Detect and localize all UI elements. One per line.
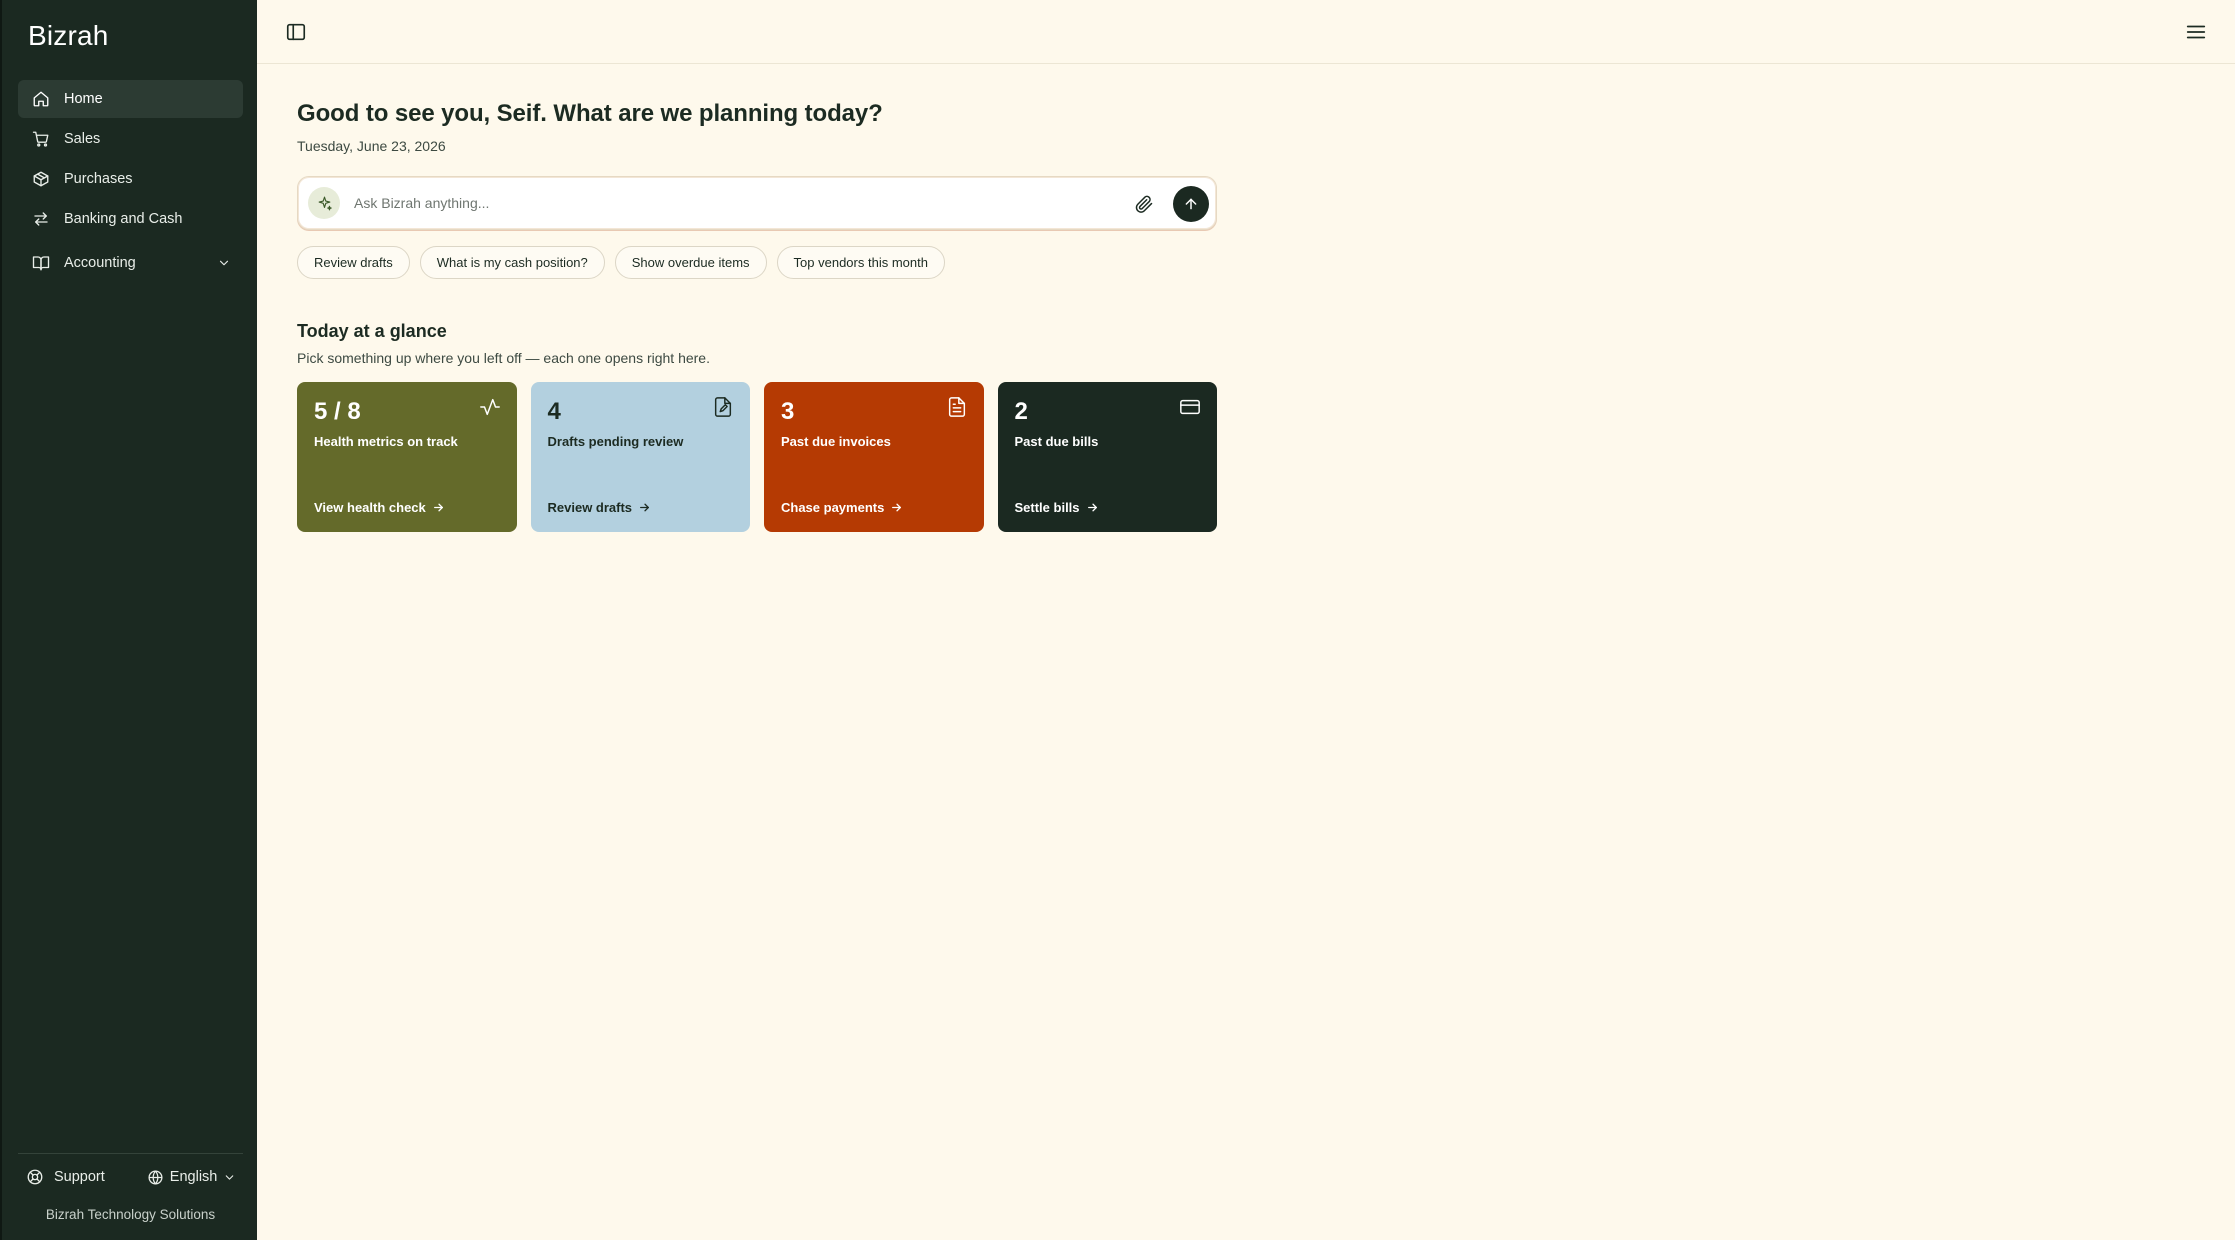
sidebar-item-banking[interactable]: Banking and Cash [18, 200, 243, 238]
menu-icon[interactable] [2185, 21, 2207, 43]
card-value: 5 / 8 [314, 398, 361, 425]
card-drafts-pending[interactable]: 4 Drafts pending review Review drafts [530, 382, 750, 532]
ask-bar [297, 176, 1217, 230]
lifebuoy-icon [27, 1169, 43, 1185]
language-label: English [169, 1169, 218, 1185]
chevron-down-icon[interactable] [217, 256, 231, 270]
send-button[interactable] [1173, 186, 1209, 222]
sparkle-badge [308, 187, 340, 219]
card-action-label: View health check [314, 500, 426, 515]
arrow-up-icon [1185, 198, 1197, 210]
arrow-right-icon [640, 503, 649, 512]
card-past-due-bills[interactable]: 2 Past due bills Settle bills [997, 382, 1217, 532]
sidebar-item-home[interactable]: Home [18, 80, 243, 118]
sidebar-item-accounting[interactable]: Accounting [18, 244, 243, 282]
brand-logo[interactable]: Bizrah [28, 20, 109, 52]
page-title: Good to see you, Seif. What are we plann… [297, 100, 883, 127]
arrow-right-icon [892, 503, 902, 512]
support-label: Support [54, 1169, 105, 1185]
card-action-label: Settle bills [1014, 500, 1080, 515]
chip-review-drafts[interactable]: Review drafts [297, 246, 410, 279]
package-icon [33, 171, 49, 187]
globe-icon [148, 1169, 163, 1185]
cart-icon [32, 131, 49, 147]
card-label: Health metrics on track [314, 434, 458, 449]
file-edit-icon [714, 397, 732, 417]
section-subtitle: Pick something up where you left off — e… [297, 350, 710, 366]
arrow-right-icon [1087, 503, 1097, 512]
chevron-down-icon [226, 1174, 234, 1180]
transfer-icon [34, 212, 48, 226]
language-selector[interactable]: English [147, 1169, 237, 1186]
sidebar-item-label: Banking and Cash [64, 211, 183, 227]
sidebar-item-sales[interactable]: Sales [18, 120, 243, 158]
card-action-label: Chase payments [781, 500, 885, 515]
card-value: 4 [547, 398, 561, 425]
main-content: Good to see you, Seif. What are we plann… [297, 100, 1217, 532]
chase-payments-link[interactable]: Chase payments [781, 500, 903, 515]
sparkle-icon [318, 196, 332, 210]
top-bar [257, 0, 2235, 64]
chip-cash-position[interactable]: What is my cash position? [419, 246, 605, 279]
sidebar-item-label: Accounting [64, 255, 136, 271]
glance-cards: 5 / 8 Health metrics on track View healt… [297, 382, 1217, 532]
arrow-right-icon [433, 503, 443, 512]
card-value: 3 [781, 398, 795, 425]
card-label: Past due bills [1014, 434, 1099, 449]
settle-bills-link[interactable]: Settle bills [1015, 500, 1099, 515]
chip-top-vendors[interactable]: Top vendors this month [776, 246, 945, 279]
suggestion-chips: Review drafts What is my cash position? … [297, 246, 1217, 279]
card-value: 2 [1014, 398, 1028, 425]
sidebar-toggle-icon[interactable] [285, 21, 307, 43]
sidebar-item-label: Home [64, 91, 103, 107]
paperclip-icon[interactable] [1134, 194, 1154, 214]
home-icon [33, 91, 49, 107]
view-health-check-link[interactable]: View health check [314, 500, 445, 515]
company-name: Bizrah Technology Solutions [45, 1207, 216, 1222]
card-health-metrics[interactable]: 5 / 8 Health metrics on track View healt… [297, 382, 517, 532]
current-date: Tuesday, June 23, 2026 [297, 138, 446, 154]
sidebar: Bizrah Home Sales Purchases Banking and … [0, 0, 257, 1240]
sidebar-footer: Support English Bizrah Technology Soluti… [18, 1153, 243, 1240]
card-label: Past due invoices [781, 434, 891, 449]
file-text-icon [948, 397, 965, 417]
review-drafts-link[interactable]: Review drafts [548, 500, 652, 515]
chip-overdue-items[interactable]: Show overdue items [614, 246, 767, 279]
activity-icon [479, 398, 500, 416]
section-title: Today at a glance [297, 321, 447, 341]
card-label: Drafts pending review [547, 434, 684, 449]
card-past-due-invoices[interactable]: 3 Past due invoices Chase payments [764, 382, 984, 532]
ask-input[interactable] [354, 195, 1114, 211]
credit-card-icon [1180, 399, 1200, 415]
card-action-label: Review drafts [547, 500, 633, 515]
book-icon [32, 256, 50, 271]
sidebar-item-label: Sales [64, 131, 101, 147]
support-link[interactable]: Support [18, 1168, 105, 1186]
sidebar-nav: Home Sales Purchases Banking and Cash Ac… [18, 80, 243, 284]
sidebar-item-label: Purchases [64, 171, 133, 187]
sidebar-item-purchases[interactable]: Purchases [18, 160, 243, 198]
